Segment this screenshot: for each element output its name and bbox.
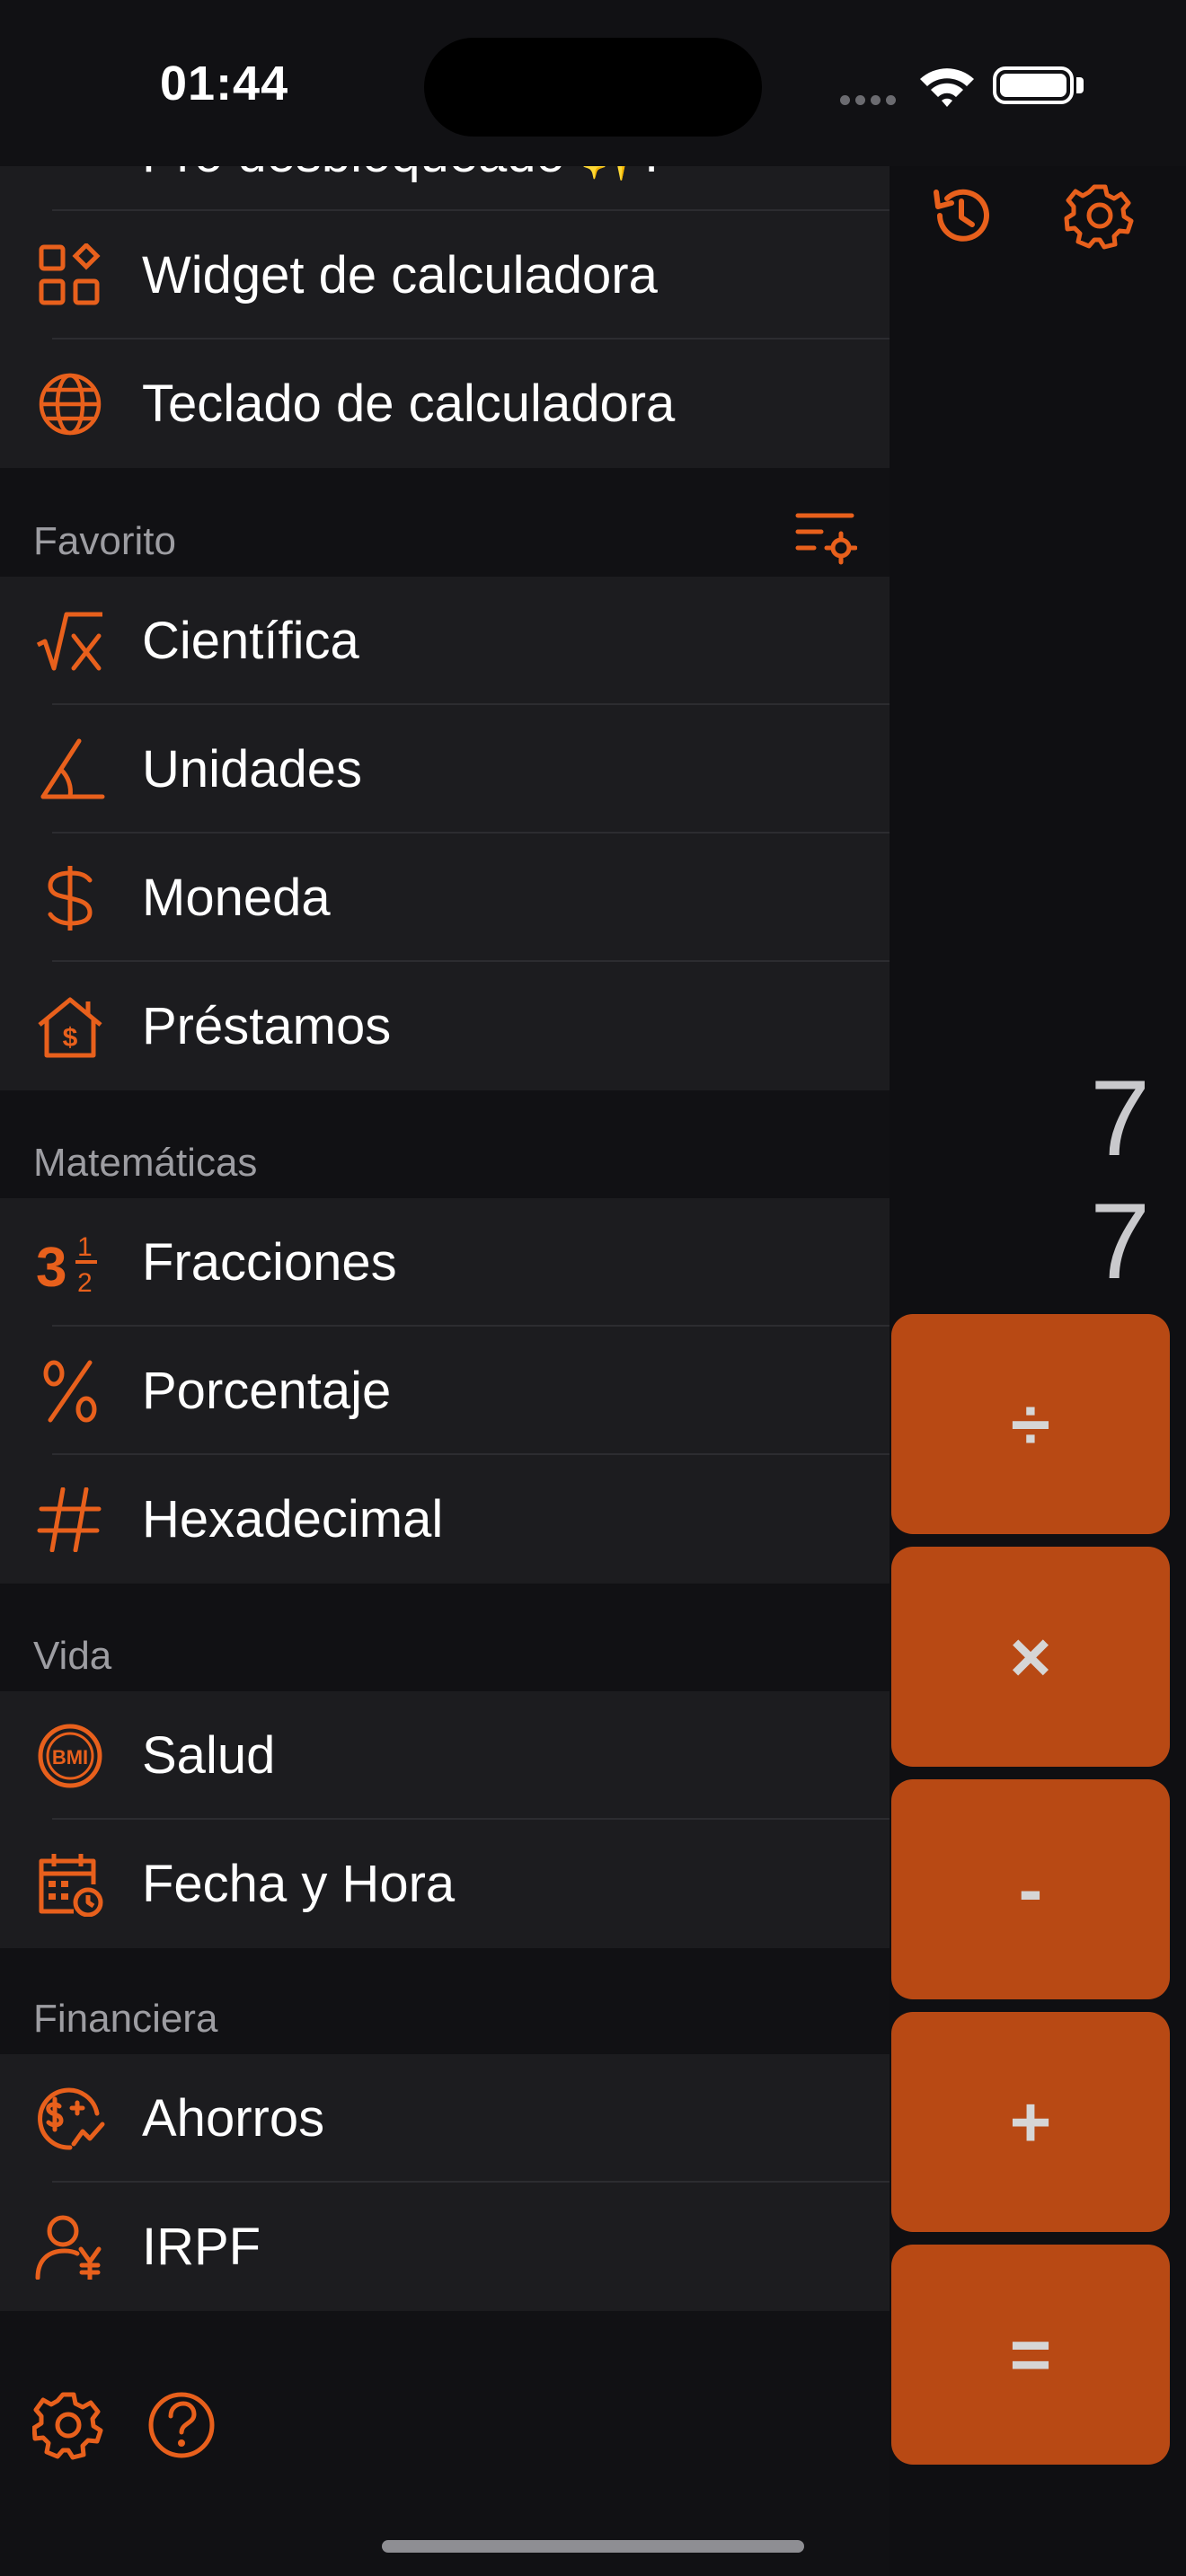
drawer-item-irpf[interactable]: IRPF (0, 2183, 890, 2311)
equals-button[interactable]: = (891, 2245, 1170, 2465)
battery-tip (1076, 77, 1084, 93)
drawer-item-cientifica[interactable]: Científica (0, 577, 890, 705)
drawer-item-moneda[interactable]: Moneda (0, 834, 890, 962)
drawer-item-fecha-hora[interactable]: Fecha y Hora (0, 1820, 890, 1948)
calendar-clock-icon (39, 1854, 103, 1917)
status-time: 01:44 (160, 57, 289, 110)
house-dollar-icon: $ (38, 997, 102, 1058)
drawer-item-label: IRPF (142, 2218, 261, 2276)
divide-button[interactable]: ÷ (891, 1314, 1170, 1534)
drawer-item-label: Teclado de calculadora (142, 375, 676, 433)
drawer-item-fracciones[interactable]: 3 1 2 Fracciones (0, 1198, 890, 1327)
calc-result: 7 (1090, 1181, 1150, 1301)
side-drawer: Pro desbloqueado ✨! Widget de calculador… (0, 0, 890, 2576)
svg-text:3: 3 (36, 1237, 66, 1295)
gear-icon[interactable] (32, 2389, 104, 2461)
wifi-icon (920, 68, 974, 107)
section-header-vida: Vida (0, 1585, 890, 1691)
section-title: Financiera (33, 1997, 218, 2041)
cellular-signal-icon (840, 93, 901, 110)
add-button[interactable]: + (891, 2012, 1170, 2232)
drawer-item-label: Widget de calculadora (142, 246, 658, 304)
savings-chart-icon (38, 2087, 105, 2150)
drawer-item-hexadecimal[interactable]: Hexadecimal (0, 1455, 890, 1584)
status-bar: 01:44 (0, 0, 1186, 166)
section-title: Matemáticas (33, 1141, 258, 1185)
drawer-item-label: Científica (142, 612, 359, 670)
square-root-icon (36, 612, 102, 671)
multiply-button[interactable]: × (891, 1547, 1170, 1767)
drawer-item-label: Moneda (142, 869, 331, 927)
calc-expression: 7 (1090, 1058, 1150, 1178)
drawer-item-label: Unidades (142, 740, 363, 798)
battery-icon (993, 66, 1074, 104)
drawer-item-salud[interactable]: BMI Salud (0, 1691, 890, 1820)
settings-gear-icon[interactable] (1064, 180, 1136, 251)
angle-ruler-icon (40, 738, 105, 799)
widget-grid-icon (39, 243, 101, 305)
drawer-item-label: Hexadecimal (142, 1490, 444, 1548)
dynamic-island (424, 38, 762, 137)
drawer-item-label: Salud (142, 1726, 276, 1785)
svg-text:$: $ (63, 1023, 78, 1053)
hash-icon (37, 1487, 102, 1552)
fraction-icon: 3 1 2 (36, 1232, 97, 1295)
list-settings-icon[interactable] (794, 510, 857, 566)
drawer-item-prestamos[interactable]: $ Préstamos (0, 962, 890, 1090)
history-icon[interactable] (925, 180, 997, 251)
drawer-item-label: Fracciones (142, 1233, 397, 1292)
bmi-icon-text: BMI (52, 1746, 88, 1769)
svg-text:2: 2 (77, 1268, 93, 1295)
subtract-button[interactable]: - (891, 1779, 1170, 1999)
section-header-financiera: Financiera (0, 1948, 890, 2054)
drawer-item-porcentaje[interactable]: Porcentaje (0, 1327, 890, 1455)
drawer-item-keyboard[interactable]: Teclado de calculadora (0, 340, 890, 468)
percent-icon (43, 1360, 97, 1423)
drawer-item-label: Préstamos (142, 997, 392, 1055)
drawer-item-widget[interactable]: Widget de calculadora (0, 211, 890, 340)
home-indicator[interactable] (382, 2540, 804, 2553)
bmi-icon: BMI (38, 1724, 102, 1788)
dollar-icon (48, 866, 93, 931)
section-header-matematicas: Matemáticas (0, 1092, 890, 1198)
person-yen-icon (35, 2215, 102, 2280)
drawer-item-label: Fecha y Hora (142, 1855, 456, 1913)
section-header-favorito: Favorito (0, 471, 890, 577)
svg-text:1: 1 (77, 1232, 93, 1262)
drawer-item-label: Porcentaje (142, 1362, 392, 1420)
drawer-item-ahorros[interactable]: Ahorros (0, 2054, 890, 2183)
globe-icon (39, 373, 102, 436)
section-title: Vida (33, 1634, 112, 1678)
help-icon[interactable] (146, 2389, 217, 2461)
section-title: Favorito (33, 519, 176, 563)
drawer-item-unidades[interactable]: Unidades (0, 705, 890, 834)
drawer-item-label: Ahorros (142, 2089, 325, 2148)
